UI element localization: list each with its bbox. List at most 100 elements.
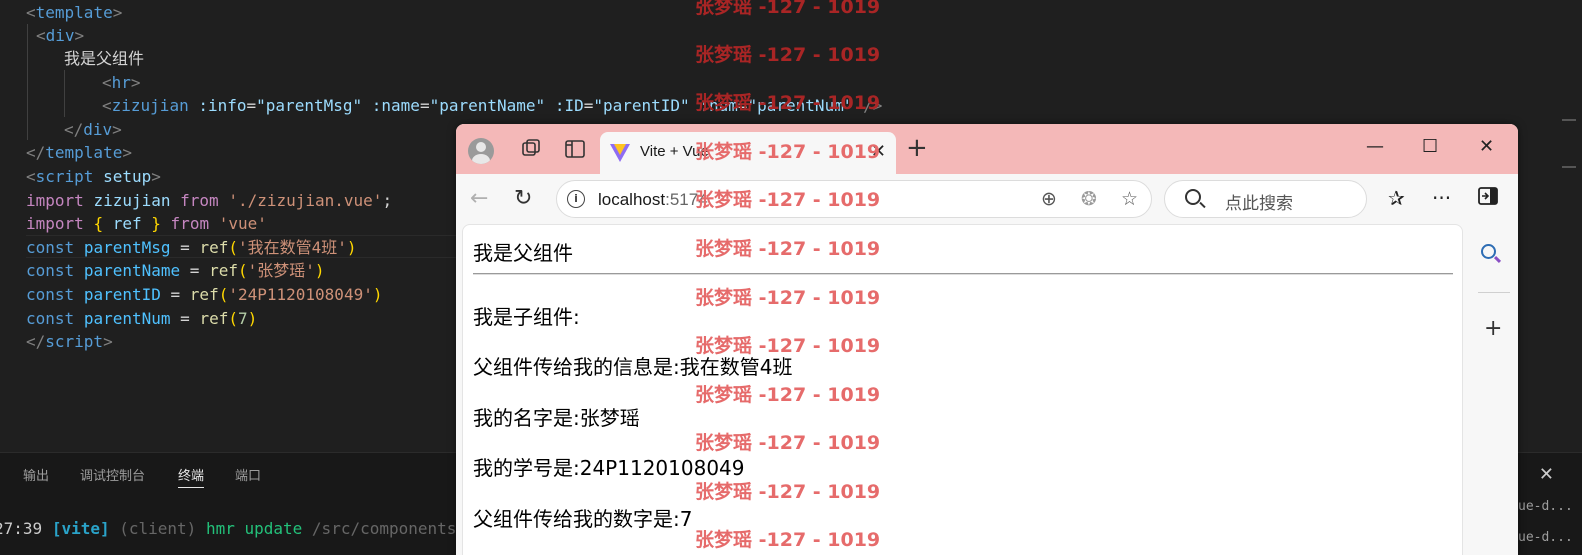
watermark: 张梦瑶 -127 - 1019	[695, 384, 881, 406]
code-line-3: 我是父组件	[64, 47, 144, 70]
code-token: "parentID"	[593, 96, 690, 115]
watermark: 张梦瑶 -127 - 1019	[695, 432, 881, 454]
search-input[interactable]: 点此搜索	[1164, 180, 1367, 218]
code-token: parentName	[83, 261, 181, 280]
favorite-star-icon[interactable]: ☆	[1121, 188, 1138, 210]
address-url: localhost:5174	[598, 190, 708, 210]
zoom-icon[interactable]: ⊕	[1041, 188, 1057, 210]
url-host: localhost	[598, 190, 666, 209]
favorites-icon[interactable]: ✰	[1388, 186, 1405, 210]
sidebar-add-icon[interactable]: +	[1484, 316, 1502, 341]
terminal-output: 27:39 [vite] (client) hmr update /src/co…	[0, 519, 495, 538]
code-token: './zizujian.vue'	[228, 191, 383, 210]
watermark: 张梦瑶 -127 - 1019	[695, 141, 881, 163]
tab-terminal[interactable]: 终端	[178, 465, 205, 488]
back-arrow-icon[interactable]: ←	[470, 186, 488, 211]
page-content: 我是父组件 我是子组件: 父组件传给我的信息是:我在数管4班 我的名字是:张梦瑶…	[462, 224, 1463, 555]
site-info-icon[interactable]: i	[567, 190, 585, 208]
code-token: 7	[237, 309, 248, 328]
close-icon[interactable]: ✕	[1539, 464, 1554, 485]
code-line-4: <hr>	[102, 73, 141, 92]
code-token: ref	[199, 309, 229, 328]
code-token: parentMsg	[83, 238, 171, 257]
code-token: template	[45, 143, 123, 162]
terminal-client-tag: (client)	[119, 519, 197, 538]
indent-guide	[64, 70, 65, 117]
terminal-list-item[interactable]: ue-d...	[1518, 499, 1578, 514]
code-token: '24P1120108049'	[228, 285, 373, 304]
code-line-14: const parentNum = ref(7)	[26, 309, 258, 328]
code-token: script	[45, 332, 104, 351]
code-line-12: const parentName = ref('张梦瑶')	[26, 261, 325, 280]
code-line-9: import zizujian from './zizujian.vue';	[26, 191, 393, 210]
code-line-8: <script setup>	[26, 167, 161, 186]
child-heading: 我是子组件:	[473, 305, 580, 329]
code-token: template	[35, 3, 113, 22]
profile-avatar-icon[interactable]	[468, 138, 494, 164]
minimize-icon[interactable]: —	[1366, 136, 1384, 157]
code-line-2: <div>	[36, 26, 85, 45]
number-line: 父组件传给我的数字是:7	[473, 507, 693, 531]
browser-titlebar: Vite + Vue ✕ + — ☐ ✕	[456, 124, 1518, 174]
terminal-list-item[interactable]: ue-d...	[1518, 530, 1578, 545]
browser-toolbar: ← ↻ i localhost:5174 ⊕ ❂ ☆ 点此搜索 ✰ ···	[456, 174, 1518, 224]
code-token: ref	[189, 285, 219, 304]
maximize-icon[interactable]: ☐	[1422, 136, 1438, 157]
code-token: "parentName"	[429, 96, 546, 115]
watermark: 张梦瑶 -127 - 1019	[695, 287, 881, 309]
name-line: 我的名字是:张梦瑶	[473, 406, 640, 430]
terminal-vite-tag: [vite]	[51, 519, 110, 538]
more-menu-icon[interactable]: ···	[1432, 186, 1451, 210]
watermark: 张梦瑶 -127 - 1019	[695, 335, 881, 357]
horizontal-rule	[473, 273, 1453, 275]
code-token: ref	[209, 261, 238, 280]
code-token: setup	[103, 167, 152, 186]
tab-ports[interactable]: 端口	[235, 465, 261, 484]
code-token: parentID	[83, 285, 161, 304]
code-token: script	[35, 167, 94, 186]
code-line-15: </script>	[26, 332, 113, 351]
sidebar-search-icon[interactable]	[1481, 244, 1496, 259]
code-token: parentNum	[83, 309, 171, 328]
code-token: '张梦瑶'	[247, 261, 315, 280]
code-line-13: const parentID = ref('24P1120108049')	[26, 285, 383, 304]
code-line-11: const parentMsg = ref('我在数管4班')	[26, 235, 456, 258]
code-token: const	[26, 285, 75, 304]
code-token: :ID	[554, 96, 584, 115]
code-token: '我在数管4班'	[237, 238, 347, 257]
terminal-hmr-text: hmr update	[205, 519, 303, 538]
watermark: 张梦瑶 -127 - 1019	[695, 44, 881, 66]
watermark: 张梦瑶 -127 - 1019	[695, 189, 881, 211]
code-token: const	[26, 309, 75, 328]
watermark: 张梦瑶 -127 - 1019	[695, 92, 881, 114]
code-token: from	[180, 191, 219, 210]
code-token: const	[26, 238, 75, 257]
edge-extension-icon[interactable]: ❂	[1081, 188, 1097, 210]
code-line-6: </div>	[64, 120, 122, 139]
code-token: const	[26, 261, 75, 280]
code-line-10: import { ref } from 'vue'	[26, 214, 267, 233]
code-token: div	[83, 120, 113, 139]
code-token: :info	[198, 96, 247, 115]
tab-actions-icon[interactable]	[562, 136, 588, 162]
search-placeholder: 点此搜索	[1225, 194, 1293, 214]
collections-icon[interactable]	[518, 136, 544, 162]
code-token: from	[170, 214, 210, 233]
new-tab-button[interactable]: +	[906, 135, 928, 161]
vite-logo-icon	[610, 144, 630, 162]
code-token: ref	[112, 214, 142, 233]
refresh-icon[interactable]: ↻	[514, 186, 532, 211]
parent-heading: 我是父组件	[473, 241, 573, 265]
code-token: import	[26, 214, 84, 233]
code-token: zizujian	[93, 191, 171, 210]
sidebar-toggle-icon[interactable]	[1478, 186, 1498, 210]
close-window-icon[interactable]: ✕	[1479, 136, 1494, 157]
code-token: hr	[111, 73, 131, 92]
browser-sidebar: +	[1468, 224, 1518, 555]
code-token: zizujian	[111, 96, 189, 115]
tab-output[interactable]: 输出	[23, 465, 49, 484]
code-token: import	[26, 191, 84, 210]
code-line-7: </template>	[26, 143, 132, 162]
indent-guide	[27, 24, 28, 140]
tab-debug-console[interactable]: 调试控制台	[80, 465, 145, 484]
